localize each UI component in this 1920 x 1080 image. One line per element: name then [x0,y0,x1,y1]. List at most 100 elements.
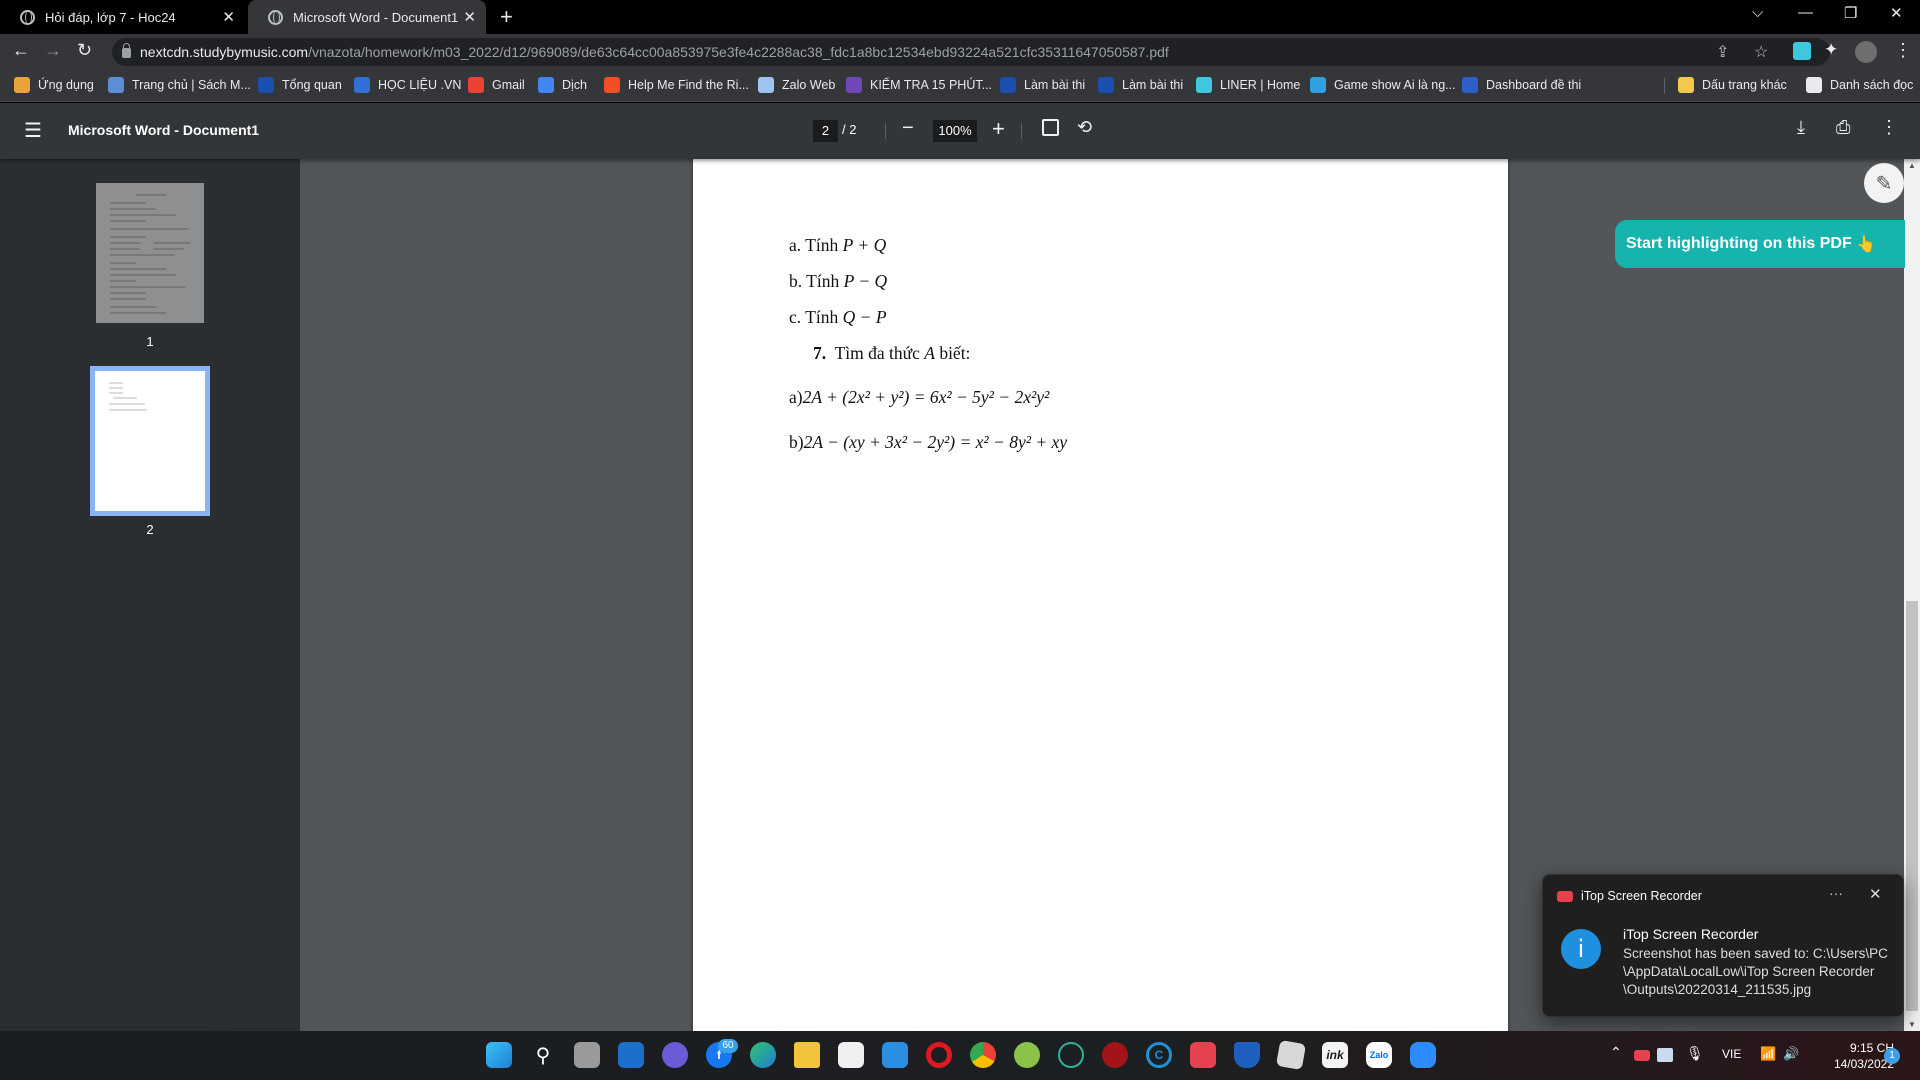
scroll-up-arrow-icon[interactable]: ▲ [1908,161,1916,170]
bookmark-item[interactable]: KIỂM TRA 15 PHÚT... [846,77,992,93]
globe-icon [268,9,283,25]
thumbnail-label-1: 1 [146,334,154,349]
ink-app-icon[interactable]: ink [1322,1042,1348,1068]
bookmark-star-icon[interactable]: ☆ [1754,42,1768,62]
close-window-button[interactable]: ✕ [1890,4,1903,22]
lock-icon [122,43,131,58]
task-view-icon[interactable] [574,1042,600,1068]
vertical-scrollbar[interactable]: ▲ ▼ [1904,159,1920,1031]
utorrent-icon[interactable] [1014,1042,1040,1068]
notification-center-badge[interactable]: 1 [1884,1048,1900,1064]
ccleaner-icon[interactable]: C [1146,1042,1172,1068]
rotate-icon[interactable]: ⟲ [1077,117,1092,138]
file-explorer-icon[interactable] [794,1042,820,1068]
teams-chat-icon[interactable] [662,1042,688,1068]
widgets-icon[interactable] [618,1042,644,1068]
page-thumbnail-1[interactable] [96,183,204,323]
vpn-shield-icon[interactable] [1058,1042,1084,1068]
equation-b: b)2A − (xy + 3x² − 2y²) = x² − 8y² + xy [789,432,1067,453]
bookmark-item[interactable]: Dịch [538,77,587,93]
back-icon[interactable]: ← [12,40,30,61]
bookmark-item[interactable]: Ứng dụng [14,77,94,93]
game-booster-icon[interactable] [1102,1042,1128,1068]
minimize-button[interactable]: — [1798,4,1813,21]
itop-tray-icon[interactable] [1634,1050,1650,1061]
microsoft-store-icon[interactable] [838,1042,864,1068]
input-language[interactable]: VIE [1722,1047,1741,1061]
equation-label: b) [789,432,804,452]
address-bar[interactable]: nextcdn.studybymusic.com/vnazota/homewor… [112,38,1830,66]
show-hidden-icons-chevron[interactable]: ⌃ [1610,1044,1622,1061]
notification-more-button[interactable]: ··· [1829,885,1843,901]
bookmark-item[interactable]: Dashboard đề thi [1462,77,1581,93]
volume-icon[interactable]: 🔊 [1783,1046,1799,1062]
windows-start-icon[interactable] [486,1042,512,1068]
mail-icon[interactable] [882,1042,908,1068]
bookmark-item[interactable]: Làm bài thi [1098,77,1183,93]
bookmark-item[interactable]: Danh sách đọc [1806,77,1913,93]
reload-icon[interactable]: ↻ [77,40,92,61]
extensions-puzzle-icon[interactable]: ✦ [1824,40,1838,60]
notification-close-button[interactable]: ✕ [1869,885,1882,903]
pdf-title: Microsoft Word - Document1 [68,122,260,138]
share-icon[interactable]: ⇪ [1716,42,1729,62]
notification-app-name: iTop Screen Recorder [1581,889,1702,903]
bookmark-item[interactable]: Zalo Web [758,77,835,93]
search-icon[interactable]: ⚲ [530,1042,556,1068]
tab-search-icon[interactable]: ⌵ [1752,4,1763,21]
liner-extension-icon[interactable] [1793,42,1811,60]
edge-browser-icon[interactable] [750,1042,776,1068]
bookmark-item[interactable]: Help Me Find the Ri... [604,77,749,93]
more-options-icon[interactable]: ⋮ [1880,117,1898,138]
restore-button[interactable]: ❐ [1844,4,1857,22]
security-shield-icon[interactable] [1234,1042,1260,1068]
page-number-input[interactable]: 2 [813,120,838,142]
microphone-icon[interactable]: 🎙 [1686,1045,1704,1062]
bookmark-item[interactable]: Tổng quan [258,77,342,93]
forward-icon[interactable]: → [44,40,62,61]
highlighter-pen-icon[interactable]: ✎ [1864,163,1904,203]
start-highlighting-button[interactable]: Start highlighting on this PDF 👆 [1615,220,1905,268]
bookmark-item[interactable]: Làm bài thi [1000,77,1085,93]
bookmark-item[interactable]: Gmail [468,77,525,93]
task-label: c. Tính [789,307,843,327]
zoom-meetings-icon[interactable] [1410,1042,1436,1068]
zalo-icon [758,77,774,93]
page-thumbnail-2-selected[interactable] [90,366,210,516]
download-icon[interactable]: ⤓ [1797,117,1805,138]
profile-avatar[interactable] [1855,41,1877,63]
zoom-out-button[interactable]: − [902,117,914,140]
fit-page-icon[interactable] [1042,119,1059,136]
scrollbar-thumb[interactable] [1906,601,1918,1011]
clock-date[interactable]: 14/03/2022 [1814,1057,1894,1071]
close-tab-icon[interactable]: ✕ [222,8,235,26]
itop-recorder-icon[interactable] [1190,1042,1216,1068]
onedrive-cloud-icon[interactable] [1657,1048,1673,1062]
print-icon[interactable]: ⎙ [1836,117,1850,138]
bookmark-item[interactable]: Game show Ai là ng... [1310,77,1456,93]
bookmark-item[interactable]: LINER | Home [1196,77,1300,93]
bookmark-item[interactable]: Trang chủ | Sách M... [108,77,251,93]
bookmark-label: Trang chủ | Sách M... [132,78,251,92]
tab-hoc24[interactable]: Hỏi đáp, lớp 7 - Hoc24 ✕ [0,0,245,34]
tab-pdf[interactable]: Microsoft Word - Document1 ✕ [248,0,486,34]
roblox-icon[interactable] [1275,1039,1307,1071]
close-tab-icon[interactable]: ✕ [463,8,476,26]
thumbnail-sidebar: 1 2 [0,159,300,1031]
chrome-icon[interactable] [970,1042,996,1068]
bookmark-item[interactable]: HỌC LIỆU .VN [354,77,461,93]
opera-icon[interactable] [926,1042,952,1068]
exercise-text: biết: [934,343,971,363]
bookmark-label: Zalo Web [782,78,836,92]
zoom-in-button[interactable]: + [992,116,1005,142]
sidebar-menu-icon[interactable]: ☰ [24,118,42,143]
new-tab-button[interactable]: + [500,4,513,30]
browser-menu-icon[interactable]: ⋮ [1894,40,1912,61]
scroll-down-arrow-icon[interactable]: ▼ [1908,1020,1916,1029]
task-label: a. Tính [789,235,843,255]
game-icon [1310,77,1326,93]
zalo-icon[interactable]: Zalo [1366,1042,1392,1068]
wifi-icon[interactable]: 📶 [1760,1046,1776,1062]
bookmark-item[interactable]: Dấu trang khác [1678,77,1787,93]
zoom-level-input[interactable]: 100% [933,120,977,142]
